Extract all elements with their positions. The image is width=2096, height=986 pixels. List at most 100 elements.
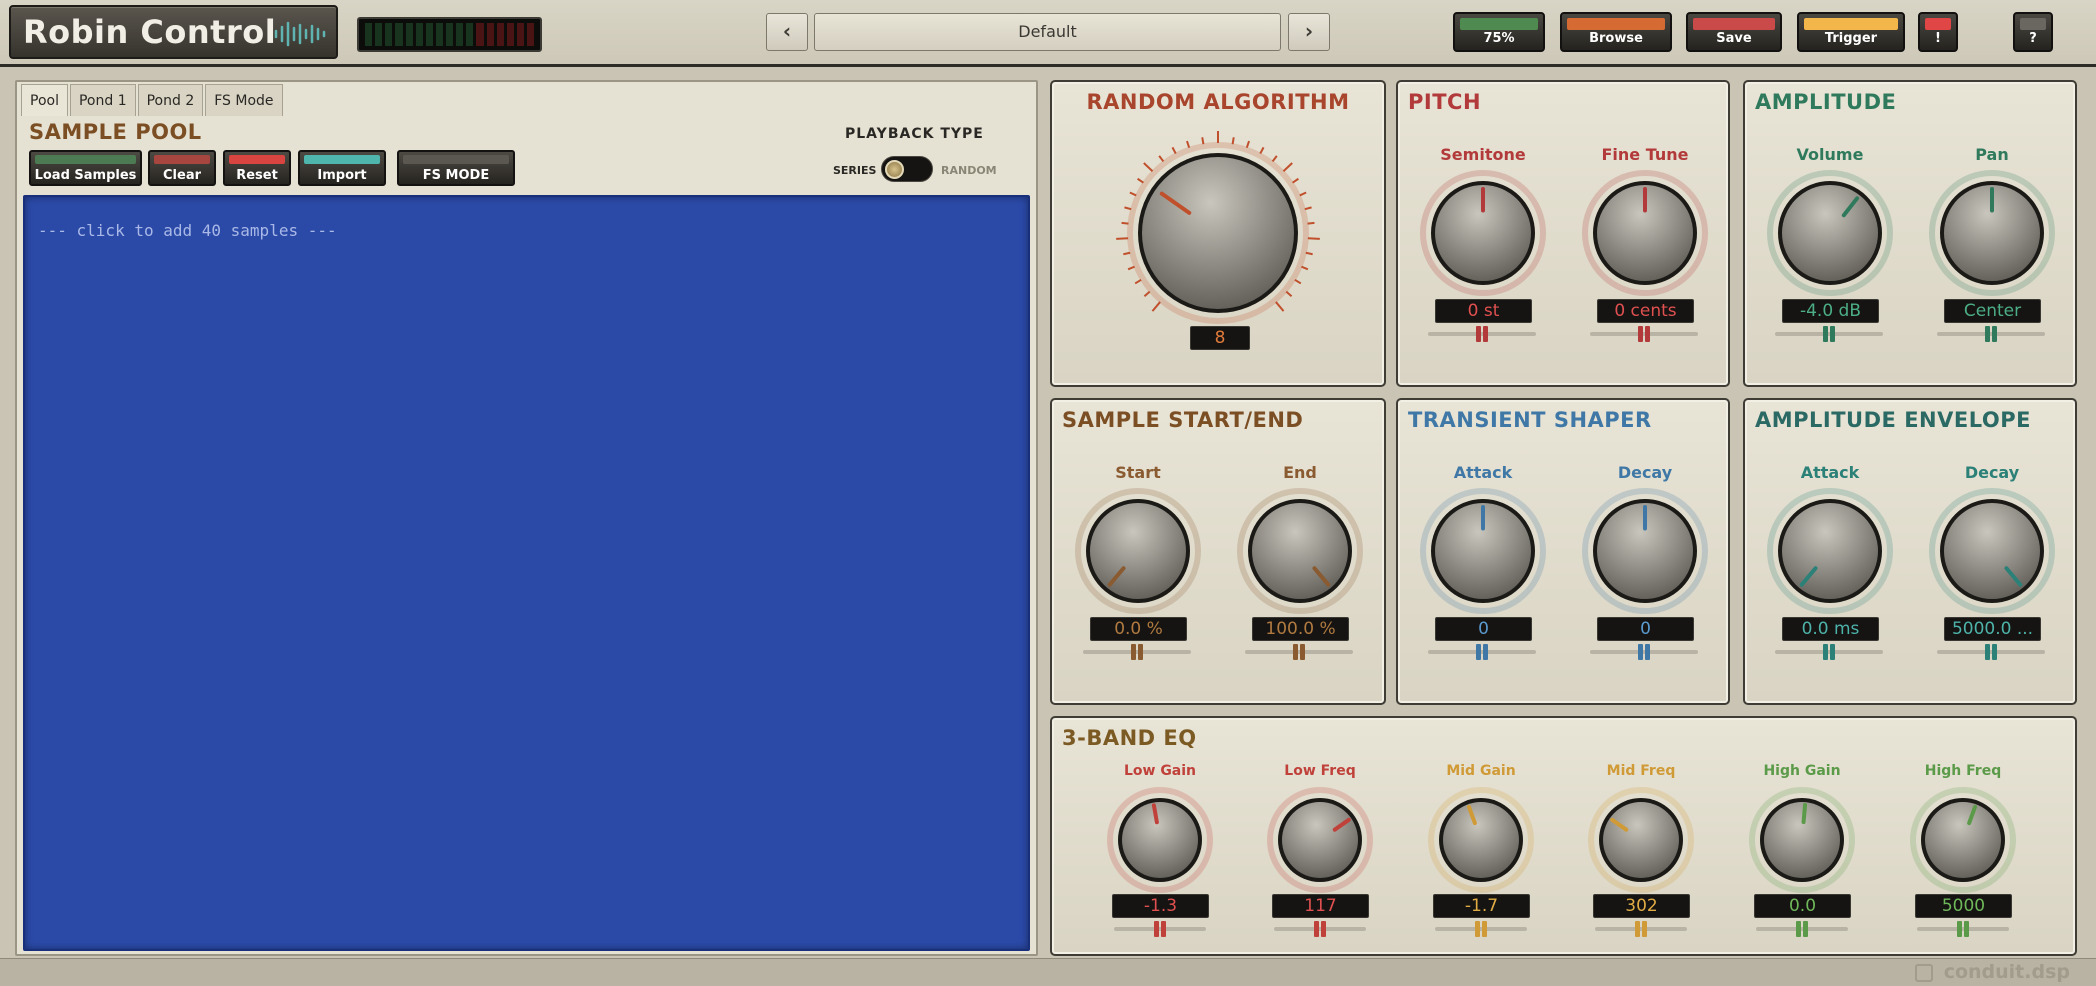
import-button[interactable]: Import xyxy=(298,150,386,186)
envelope-attack-value[interactable]: 0.0 ms xyxy=(1782,617,1879,641)
fine-tune-slider-thumb[interactable] xyxy=(1638,326,1650,342)
prev-preset-button[interactable]: ‹ xyxy=(766,13,808,51)
amplitude-knobs[interactable] xyxy=(1745,82,2079,389)
fine-tune-slider[interactable] xyxy=(1590,326,1698,342)
save-button[interactable]: Save xyxy=(1686,12,1782,52)
algorithm-scale-tick xyxy=(1171,146,1177,155)
tab-pool[interactable]: Pool xyxy=(21,84,68,116)
eq-knobs-2-cap[interactable] xyxy=(1443,802,1519,878)
playback-type-toggle[interactable] xyxy=(881,156,933,182)
mid-freq-value[interactable]: 302 xyxy=(1593,894,1690,918)
trigger-button[interactable]: Trigger xyxy=(1797,12,1905,52)
sample-drop-area[interactable]: --- click to add 40 samples --- xyxy=(23,195,1030,951)
pan-slider[interactable] xyxy=(1937,326,2045,342)
random-algorithm-dial-cap[interactable] xyxy=(1142,157,1294,309)
eq-knobs[interactable] xyxy=(1052,718,2079,958)
random-algorithm-value: 8 xyxy=(1190,326,1250,350)
high-gain-value[interactable]: 0.0 xyxy=(1754,894,1851,918)
transient-decay-slider[interactable] xyxy=(1590,644,1698,660)
high-freq-slider[interactable] xyxy=(1917,921,2009,937)
tab-pond-1[interactable]: Pond 1 xyxy=(69,84,136,116)
start-slider-thumb[interactable] xyxy=(1131,644,1143,660)
envelope-attack-slider[interactable] xyxy=(1775,644,1883,660)
pan-slider-thumb[interactable] xyxy=(1985,326,1997,342)
clear-button[interactable]: Clear xyxy=(148,150,216,186)
preset-selector[interactable]: Default xyxy=(814,13,1281,51)
envelope-decay-slider-thumb[interactable] xyxy=(1985,644,1997,660)
start-value[interactable]: 0.0 % xyxy=(1090,617,1187,641)
amplitude-envelope-knobs-1-cap[interactable] xyxy=(1944,503,2040,599)
pitch-knobs[interactable] xyxy=(1398,82,1732,389)
low-freq-slider[interactable] xyxy=(1274,921,1366,937)
next-preset-button[interactable]: › xyxy=(1288,13,1330,51)
semitone-slider-thumb[interactable] xyxy=(1476,326,1488,342)
transient-attack-value[interactable]: 0 xyxy=(1435,617,1532,641)
reset-led xyxy=(229,155,285,164)
amplitude-knobs-0-cap[interactable] xyxy=(1782,185,1878,281)
envelope-decay-value[interactable]: 5000.0 ... xyxy=(1944,617,2041,641)
volume-slider[interactable] xyxy=(1775,326,1883,342)
transient-decay-value[interactable]: 0 xyxy=(1597,617,1694,641)
eq-knobs-1-cap[interactable] xyxy=(1282,802,1358,878)
eq-knobs-0-cap[interactable] xyxy=(1122,802,1198,878)
sample-start-end-knobs-0-cap[interactable] xyxy=(1090,503,1186,599)
start-slider[interactable] xyxy=(1083,644,1191,660)
fs-mode-button[interactable]: FS MODE xyxy=(397,150,515,186)
amplitude-envelope-knobs[interactable] xyxy=(1745,400,2079,707)
high-freq-slider-thumb[interactable] xyxy=(1957,921,1969,937)
transient-decay-slider-thumb[interactable] xyxy=(1638,644,1650,660)
level-meter xyxy=(357,17,542,52)
mid-freq-slider-thumb[interactable] xyxy=(1635,921,1647,937)
reset-button[interactable]: Reset xyxy=(223,150,291,186)
algorithm-scale-tick xyxy=(1127,265,1135,271)
tab-pond-2[interactable]: Pond 2 xyxy=(137,84,204,116)
high-freq-value[interactable]: 5000 xyxy=(1915,894,2012,918)
algorithm-scale-tick xyxy=(1134,278,1142,285)
alert-button[interactable]: ! xyxy=(1918,12,1958,52)
amplitude-panel: AMPLITUDE Volume Pan -4.0 dB Center xyxy=(1743,80,2077,387)
eq-knobs-4-cap[interactable] xyxy=(1764,802,1840,878)
transient-attack-slider[interactable] xyxy=(1428,644,1536,660)
mid-freq-slider[interactable] xyxy=(1595,921,1687,937)
fine-tune-value[interactable]: 0 cents xyxy=(1597,299,1694,323)
transient-attack-slider-thumb[interactable] xyxy=(1476,644,1488,660)
mid-gain-slider[interactable] xyxy=(1435,921,1527,937)
low-gain-value[interactable]: -1.3 xyxy=(1112,894,1209,918)
pan-value[interactable]: Center xyxy=(1944,299,2041,323)
semitone-slider[interactable] xyxy=(1428,326,1536,342)
browse-button[interactable]: Browse xyxy=(1560,12,1672,52)
low-freq-value[interactable]: 117 xyxy=(1272,894,1369,918)
volume-value[interactable]: -4.0 dB xyxy=(1782,299,1879,323)
eq-knobs-5-cap[interactable] xyxy=(1925,802,2001,878)
mid-gain-value[interactable]: -1.7 xyxy=(1433,894,1530,918)
sample-start-end-knobs[interactable] xyxy=(1052,400,1388,707)
envelope-attack-slider-thumb[interactable] xyxy=(1823,644,1835,660)
algorithm-scale-tick xyxy=(1304,206,1312,211)
low-gain-slider-thumb[interactable] xyxy=(1154,921,1166,937)
end-slider-thumb[interactable] xyxy=(1293,644,1305,660)
tab-fs-mode[interactable]: FS Mode xyxy=(205,84,283,116)
end-value[interactable]: 100.0 % xyxy=(1252,617,1349,641)
top-bar: Robin Control ‹ Default › 75% Browse Sav… xyxy=(0,0,2096,67)
help-button[interactable]: ? xyxy=(2013,12,2053,52)
mid-gain-slider-thumb[interactable] xyxy=(1475,921,1487,937)
zoom-button[interactable]: 75% xyxy=(1453,12,1545,52)
envelope-decay-slider[interactable] xyxy=(1937,644,2045,660)
high-gain-slider[interactable] xyxy=(1756,921,1848,937)
transient-shaper-knobs[interactable] xyxy=(1398,400,1732,707)
trigger-label: Trigger xyxy=(1824,31,1878,46)
low-gain-slider[interactable] xyxy=(1114,921,1206,937)
random-algorithm-panel: RANDOM ALGORITHM 8 xyxy=(1050,80,1386,387)
low-freq-slider-thumb[interactable] xyxy=(1314,921,1326,937)
alert-label: ! xyxy=(1935,31,1941,46)
load-samples-button[interactable]: Load Samples xyxy=(29,150,142,186)
load-samples-led xyxy=(35,155,136,164)
sample-start-end-panel: SAMPLE START/END Start End 0.0 % 100.0 % xyxy=(1050,398,1386,705)
sample-start-end-knobs-1-cap[interactable] xyxy=(1252,503,1348,599)
amplitude-envelope-knobs-0-cap[interactable] xyxy=(1782,503,1878,599)
volume-slider-thumb[interactable] xyxy=(1823,326,1835,342)
high-gain-slider-thumb[interactable] xyxy=(1796,921,1808,937)
semitone-value[interactable]: 0 st xyxy=(1435,299,1532,323)
end-slider[interactable] xyxy=(1245,644,1353,660)
eq-knobs-3-cap[interactable] xyxy=(1603,802,1679,878)
